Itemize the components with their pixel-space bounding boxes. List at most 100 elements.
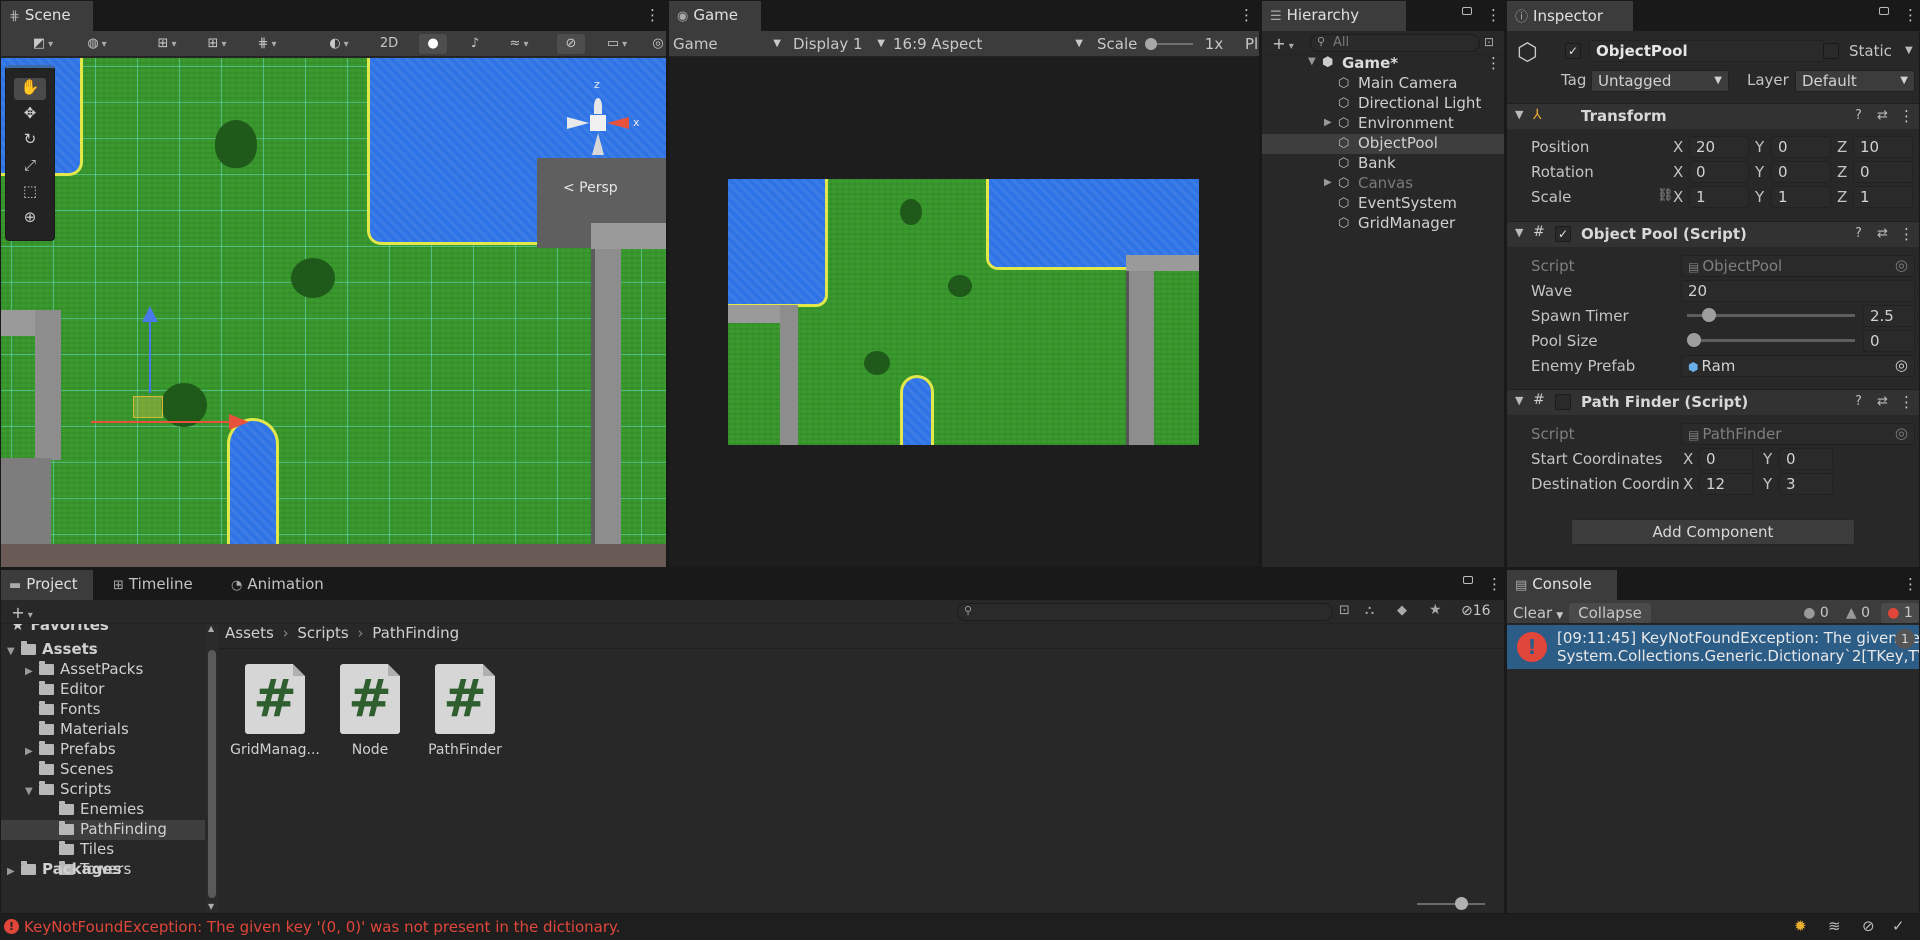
path-finder-header[interactable]: ▼ # Path Finder (Script) ? ⇄ ⋮ (1507, 389, 1919, 415)
icon-size-slider[interactable] (1417, 897, 1485, 910)
tree-folder-item[interactable]: ▶ AssetPacks (1, 660, 205, 680)
path-finder-enabled-checkbox[interactable] (1555, 394, 1571, 410)
lock-icon[interactable] (1463, 576, 1473, 584)
hierarchy-item[interactable]: ⬡ EventSystem (1262, 194, 1504, 214)
tab-inspector[interactable]: ⓘ Inspector (1507, 1, 1633, 31)
scroll-up-icon[interactable]: ▲ (208, 624, 214, 633)
effects-dropdown[interactable]: ≈ (499, 34, 539, 54)
rotation-y-field[interactable]: 0 (1771, 161, 1831, 183)
rotation-x-field[interactable]: 0 (1689, 161, 1749, 183)
component-menu-icon[interactable]: ⋮ (1899, 225, 1914, 243)
layer-dropdown[interactable]: Default ▼ (1795, 70, 1915, 92)
object-pool-header[interactable]: ▼ # ✓ Object Pool (Script) ? ⇄ ⋮ (1507, 221, 1919, 247)
help-icon[interactable]: ? (1855, 226, 1862, 241)
scene-visibility-icon[interactable]: ⊘ (557, 34, 585, 54)
tab-animation[interactable]: ◔ Animation (223, 570, 333, 600)
gizmo-center-cube[interactable] (590, 115, 606, 131)
project-menu-icon[interactable]: ⋮ (1487, 575, 1502, 593)
info-filter-button[interactable]: ● 0 (1797, 603, 1835, 623)
help-icon[interactable]: ? (1855, 108, 1862, 123)
dest-x-field[interactable]: 12 (1699, 473, 1753, 495)
increment-snap-dropdown[interactable]: ⋕ (247, 34, 287, 54)
tab-scene[interactable]: ⋕ Scene (1, 1, 93, 31)
help-icon[interactable]: ? (1855, 394, 1862, 409)
asset-label[interactable]: Node (325, 742, 415, 758)
preset-icon[interactable]: ⇄ (1877, 394, 1888, 409)
static-checkbox[interactable] (1823, 43, 1839, 59)
game-menu-icon[interactable]: ⋮ (1239, 6, 1254, 24)
scale-x-field[interactable]: 1 (1689, 186, 1749, 208)
lighting-toggle-icon[interactable]: ● (419, 34, 447, 54)
csharp-script-icon[interactable]: # (435, 664, 495, 734)
move-gizmo-plane[interactable] (133, 396, 163, 418)
create-button[interactable]: + (1266, 34, 1300, 54)
tree-favorites[interactable]: ★ Favorites (11, 624, 109, 636)
active-checkbox[interactable]: ✓ (1565, 43, 1581, 59)
warning-filter-button[interactable]: ▲ 0 (1839, 603, 1877, 623)
scene-menu-icon[interactable]: ⋮ (645, 6, 660, 24)
grid-visibility-dropdown[interactable]: ⊞ (197, 34, 237, 54)
progress-bug-icon[interactable]: ✹ (1794, 917, 1807, 935)
scene-kebab-icon[interactable]: ⋮ (1486, 54, 1501, 72)
pool-size-slider[interactable] (1687, 333, 1855, 347)
gizmo-neg-x-cone[interactable] (567, 117, 589, 129)
tree-folder-item[interactable]: Tiles (1, 840, 205, 860)
grid-snap-dropdown[interactable]: ⊞ (147, 34, 187, 54)
scale-tool-icon[interactable]: ⤢ (14, 156, 46, 178)
gizmo-x-cone[interactable] (607, 117, 629, 129)
game-viewport[interactable] (728, 179, 1199, 445)
preset-icon[interactable]: ⇄ (1877, 226, 1888, 241)
shading-dropdown[interactable]: ◐ (319, 34, 359, 54)
auto-generate-check-icon[interactable]: ✓ (1892, 917, 1905, 935)
clear-button[interactable]: Clear ▼ (1507, 603, 1565, 623)
tree-folder-item[interactable]: Editor (1, 680, 205, 700)
csharp-script-icon[interactable]: # (245, 664, 305, 734)
hierarchy-root-game[interactable]: ▼ ⬢ Game* ⋮ (1262, 54, 1504, 74)
toggle-2d-button[interactable]: 2D (371, 34, 407, 54)
scale-slider-thumb[interactable] (1145, 38, 1157, 50)
tab-console[interactable]: ▤ Console (1507, 570, 1617, 600)
asset-label[interactable]: GridManag... (230, 742, 320, 758)
asset-label[interactable]: PathFinder (420, 742, 510, 758)
chevron-down-icon[interactable]: ▼ (1905, 45, 1913, 56)
search-by-type-icon[interactable]: ⊡ (1339, 603, 1350, 618)
draw-mode-dropdown[interactable]: ◩ (21, 34, 65, 54)
start-x-field[interactable]: 0 (1699, 448, 1753, 470)
scale-z-field[interactable]: 1 (1853, 186, 1913, 208)
scale-slider[interactable] (1145, 38, 1193, 50)
transform-tool-icon[interactable]: ⊕ (14, 208, 46, 230)
chevron-right-icon[interactable]: ▶ (25, 666, 33, 677)
preset-icon[interactable]: ⇄ (1877, 108, 1888, 123)
icon-size-slider-thumb[interactable] (1455, 897, 1468, 910)
tab-project[interactable]: ▬ Project (1, 570, 93, 600)
inspector-menu-icon[interactable]: ⋮ (1903, 6, 1918, 24)
create-asset-button[interactable]: + (5, 603, 39, 623)
chevron-down-icon[interactable]: ▼ (1308, 56, 1316, 67)
status-bar[interactable]: ! KeyNotFoundException: The given key '(… (0, 914, 1920, 940)
tab-timeline[interactable]: ⊞ Timeline (105, 570, 205, 600)
tree-folder-item[interactable]: Scenes (1, 760, 205, 780)
rotate-tool-icon[interactable]: ↻ (14, 130, 46, 152)
collapse-button[interactable]: Collapse (1569, 603, 1651, 623)
csharp-script-icon[interactable]: # (340, 664, 400, 734)
tree-folder-item[interactable]: Materials (1, 720, 205, 740)
hierarchy-item[interactable]: ⬡ Directional Light (1262, 94, 1504, 114)
tree-folder-item[interactable]: Enemies (1, 800, 205, 820)
tree-folder-item[interactable]: Fonts (1, 700, 205, 720)
pool-size-field[interactable]: 0 (1863, 330, 1915, 352)
breadcrumb-pathfinding[interactable]: PathFinding (372, 624, 459, 642)
camera-dropdown[interactable]: ▭ (597, 34, 637, 54)
chevron-down-icon[interactable]: ▼ (1515, 394, 1523, 407)
object-picker-icon[interactable]: ◎ (1895, 356, 1908, 374)
position-x-field[interactable]: 20 (1689, 136, 1749, 158)
hierarchy-item[interactable]: ⬡ Bank (1262, 154, 1504, 174)
hierarchy-item[interactable]: ⬡ GridManager (1262, 214, 1504, 234)
error-filter-button[interactable]: ● 1 (1881, 603, 1919, 623)
move-gizmo-y-handle[interactable] (142, 306, 158, 322)
console-menu-icon[interactable]: ⋮ (1903, 575, 1918, 593)
chevron-right-icon[interactable]: ▶ (7, 866, 15, 877)
rotation-z-field[interactable]: 0 (1853, 161, 1913, 183)
position-z-field[interactable]: 10 (1853, 136, 1913, 158)
hierarchy-menu-icon[interactable]: ⋮ (1486, 6, 1501, 24)
display-dropdown[interactable]: Display 1 ▼ (793, 34, 885, 54)
